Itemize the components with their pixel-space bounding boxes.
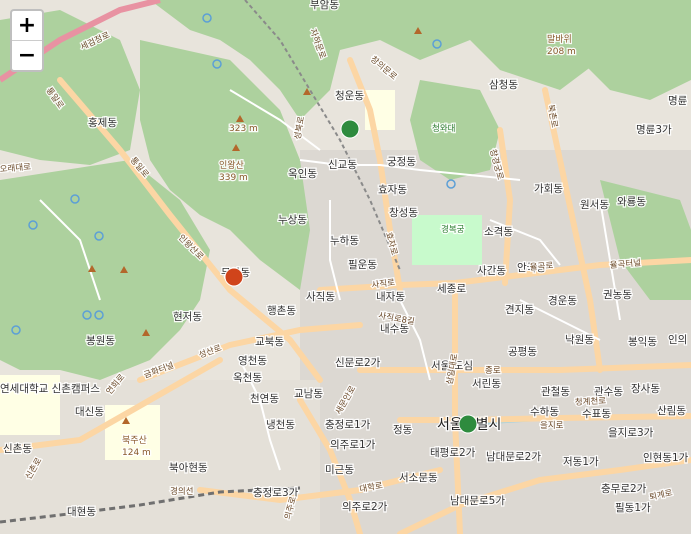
- map-tiles[interactable]: 부암동 청운동 삼청동 홍제동 신교동 궁정동 옥인동 효자동 가회동 원서동 …: [0, 0, 691, 534]
- label-peak-208: 208 m: [547, 47, 576, 57]
- label-sinchondong: 신촌동: [3, 443, 32, 455]
- label-hyojadong: 효자동: [378, 184, 407, 196]
- label-gwancheoldong: 관철동: [541, 386, 570, 398]
- label-yeongcheondong: 영천동: [238, 355, 267, 367]
- label-gahoedong: 가회동: [534, 183, 563, 195]
- label-road-jongno: 종로: [485, 366, 501, 376]
- label-okindong: 옥인동: [288, 168, 317, 180]
- green-marker-cheongundong[interactable]: [340, 119, 360, 139]
- label-bukjusan: 북주산: [122, 435, 147, 446]
- label-cheongwadae: 청와대: [432, 123, 455, 134]
- label-uijuro2ga: 의주로2가: [342, 501, 388, 513]
- label-gyobukdong: 교북동: [255, 336, 284, 348]
- label-daesindong: 대신동: [75, 406, 104, 418]
- label-sogyeokdong: 소격동: [484, 225, 513, 238]
- label-suhadong: 수하동: [530, 405, 559, 418]
- zoom-control: + −: [10, 9, 44, 72]
- label-gungjeongdong: 궁정동: [387, 156, 416, 168]
- label-sagandong: 사간동: [477, 265, 506, 277]
- label-namdaemunno5ga: 남대문로5가: [450, 495, 505, 507]
- label-inui: 인의: [668, 334, 687, 346]
- label-okcheondong: 옥천동: [233, 372, 262, 384]
- label-seorindong: 서린동: [472, 378, 501, 390]
- label-inhyeondong1ga: 인현동1가: [643, 452, 689, 464]
- label-nuhadong: 누하동: [330, 234, 359, 247]
- label-myeongnyun: 명륜: [668, 95, 688, 107]
- label-peak-323: 323 m: [229, 124, 258, 134]
- label-buamdong: 부암동: [310, 0, 339, 11]
- orange-marker-mudong[interactable]: [224, 267, 244, 287]
- label-euljiro3ga: 을지로3가: [608, 427, 654, 439]
- label-gwonnongdong: 권농동: [603, 289, 632, 301]
- label-naejadong: 내자동: [376, 291, 405, 303]
- label-gyeongundong: 경운동: [548, 294, 577, 307]
- zoom-out-button[interactable]: −: [12, 40, 42, 70]
- label-nusangdong: 누상동: [278, 214, 307, 226]
- label-road-cheonggyecheon: 청계천로: [575, 395, 607, 408]
- label-wonseodong: 원서동: [580, 199, 609, 211]
- label-bukjusan-height: 124 m: [122, 448, 151, 458]
- label-jeongdong: 정동: [393, 424, 413, 436]
- park-gyeongbokgung: [412, 215, 482, 265]
- label-changseongdong: 창성동: [389, 207, 418, 219]
- label-cheonyeondong: 천연동: [250, 393, 279, 405]
- label-myeongnyun3ga: 명륜3가: [636, 124, 672, 136]
- label-cheongundong: 청운동: [335, 90, 364, 102]
- map-view[interactable]: 부암동 청운동 삼청동 홍제동 신교동 궁정동 옥인동 효자동 가회동 원서동 …: [0, 0, 691, 534]
- zoom-in-button[interactable]: +: [12, 11, 42, 40]
- label-yonsei: 연세대학교 신촌캠퍼스: [0, 383, 100, 395]
- label-mt-inwang: 인왕산: [219, 160, 244, 171]
- label-road-yulgok: 율곡로: [529, 261, 553, 273]
- label-gongpyeongdong: 공평동: [508, 346, 537, 358]
- label-daehyeondong: 대현동: [67, 506, 96, 518]
- label-gyeonjidong: 견지동: [505, 304, 534, 316]
- label-chungmuro2ga: 충무로2가: [601, 483, 647, 495]
- label-sinmunno2ga: 신문로2가: [335, 357, 381, 369]
- label-sajikdong: 사직동: [306, 291, 335, 303]
- label-taepyeongno2ga: 태평로2가: [430, 447, 476, 459]
- label-road-gyeongui: 경의선: [170, 486, 193, 497]
- green-marker-seoul-city[interactable]: [458, 414, 478, 434]
- label-road-euljiro: 을지로: [540, 421, 564, 431]
- label-haengchondong: 행촌동: [267, 305, 296, 317]
- label-bugahyeondong: 북아현동: [169, 462, 208, 474]
- label-gyonamdong: 교남동: [294, 388, 323, 400]
- label-sejongno: 세종로: [437, 283, 466, 295]
- label-jangsadong: 장사동: [631, 383, 660, 395]
- label-naengcheondong: 냉천동: [266, 419, 295, 431]
- label-bongwondong: 봉원동: [86, 335, 115, 347]
- label-hongjedong: 홍제동: [88, 116, 117, 129]
- label-uijuro1ga: 의주로1가: [330, 439, 376, 451]
- label-hyeonjeodong: 현저동: [173, 311, 202, 323]
- label-nagwondong: 낙원동: [565, 334, 594, 346]
- label-jeodong1ga: 저동1가: [563, 456, 599, 468]
- label-pirundong: 필운동: [348, 259, 377, 271]
- label-migeundong: 미근동: [325, 464, 354, 476]
- label-singyodong: 신교동: [328, 159, 357, 171]
- label-pildong1ga: 필동1가: [615, 502, 651, 514]
- label-samcheongdong: 삼청동: [489, 79, 518, 91]
- label-mt-inwang-height: 339 m: [219, 173, 248, 183]
- label-gyeongbokgung: 경복궁: [441, 224, 465, 235]
- label-namdaemunno2ga: 남대문로2가: [486, 451, 541, 463]
- label-supyodong: 수표동: [582, 408, 611, 420]
- label-sallimdong: 산림동: [657, 405, 686, 417]
- label-wallyongdong: 와룡동: [617, 196, 646, 208]
- label-seosomundong: 서소문동: [399, 472, 438, 484]
- label-bonguidong: 봉익동: [628, 336, 657, 348]
- label-chungjeongno1ga: 충정로1가: [325, 419, 371, 431]
- label-malbawi: 말바위: [547, 33, 572, 45]
